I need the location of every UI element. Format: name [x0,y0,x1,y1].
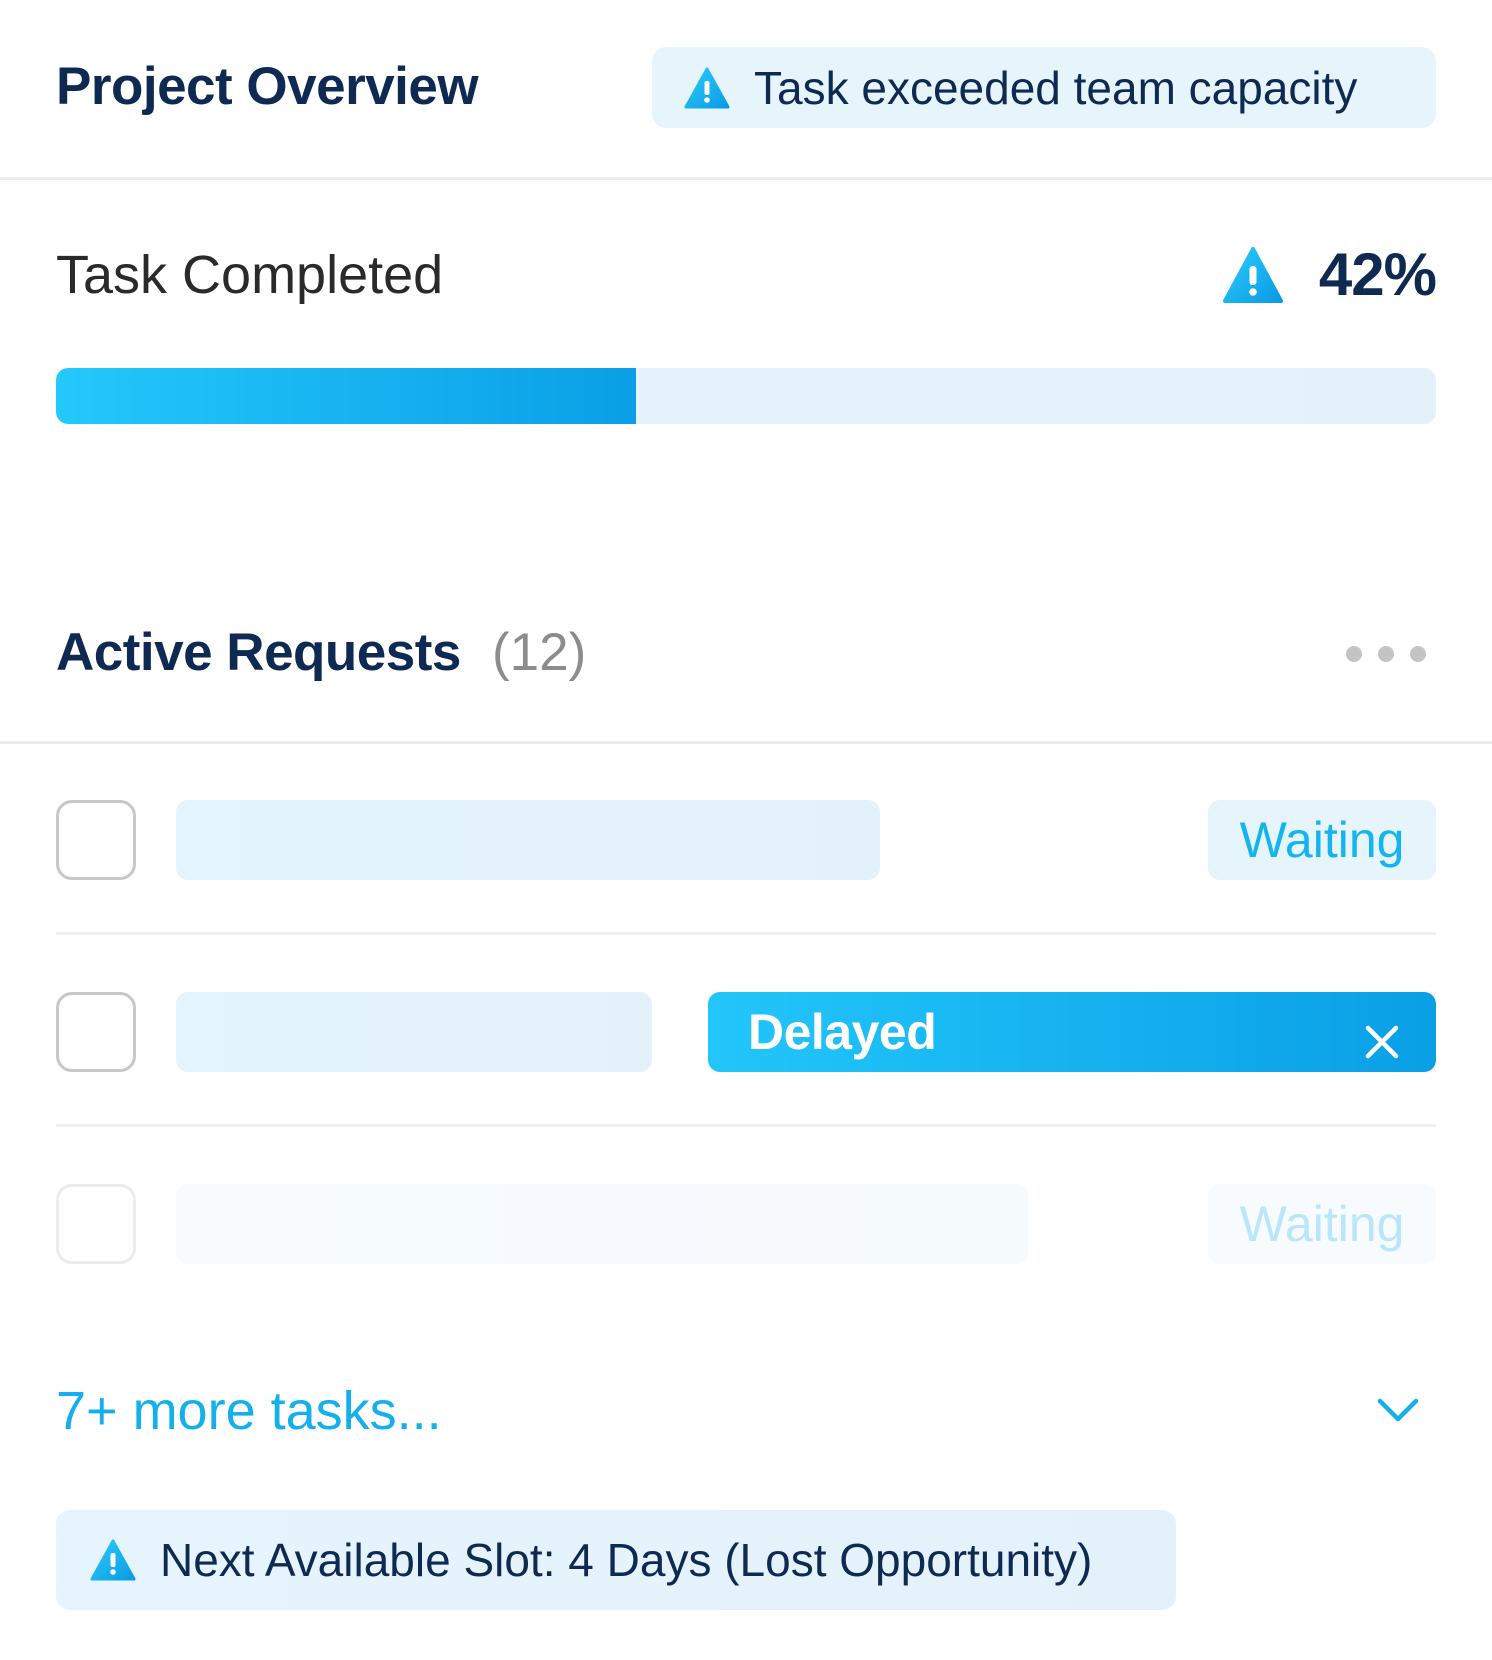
capacity-alert-text: Task exceeded team capacity [754,61,1358,114]
more-horizontal-icon-dot [1410,646,1426,662]
more-horizontal-icon-dot [1378,646,1394,662]
progress-label: Task Completed [56,245,444,305]
next-slot-alert: Next Available Slot: 4 Days (Lost Opport… [56,1510,1176,1610]
page-title: Project Overview [56,57,479,116]
warning-icon [1222,246,1284,304]
requests-title: Active Requests [56,623,461,682]
warning-icon [90,1539,136,1581]
request-title-placeholder [176,1184,1028,1264]
status-badge-label: Delayed [748,1004,937,1060]
request-title-placeholder [176,992,652,1072]
close-icon[interactable] [1364,1014,1400,1059]
request-row: Waiting [56,1184,1436,1264]
progress-bar [56,368,1436,424]
status-badge-waiting[interactable]: Waiting [1208,800,1436,880]
row-checkbox[interactable] [56,992,136,1072]
more-horizontal-icon [1346,646,1362,662]
chevron-down-icon[interactable] [1376,1396,1420,1424]
row-divider [56,932,1436,935]
status-badge-waiting[interactable]: Waiting [1208,1184,1436,1264]
status-badge-delayed[interactable]: Delayed [708,992,1436,1072]
more-options-button[interactable] [1346,642,1426,666]
warning-icon [684,67,730,109]
request-row: Waiting [56,800,1436,880]
capacity-alert: Task exceeded team capacity [652,47,1436,128]
header: Project Overview Task exceeded team capa… [0,0,1492,180]
requests-header: Active Requests (12) [0,600,1492,744]
row-divider [56,1124,1436,1127]
next-slot-alert-text: Next Available Slot: 4 Days (Lost Opport… [160,1534,1093,1586]
request-row: Delayed [56,992,1436,1072]
request-title-placeholder [176,800,880,880]
row-checkbox[interactable] [56,800,136,880]
progress-percent: 42% [1318,241,1437,308]
row-checkbox[interactable] [56,1184,136,1264]
more-tasks-link[interactable]: 7+ more tasks... [56,1380,442,1442]
progress-bar-fill [56,368,636,424]
requests-count: (12) [492,623,587,682]
